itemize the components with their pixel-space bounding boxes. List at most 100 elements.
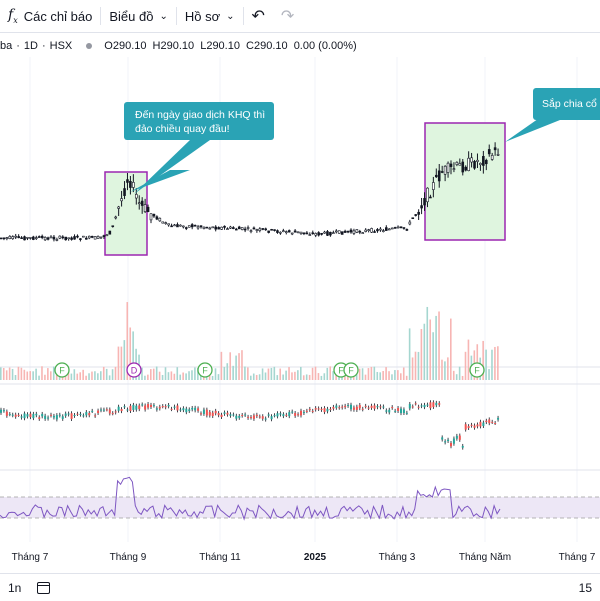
- volume-bar: [0, 367, 2, 380]
- undo-button[interactable]: ↶: [244, 0, 273, 32]
- symbol-name[interactable]: ba: [0, 40, 12, 52]
- volume-bar: [152, 368, 155, 380]
- candle: [193, 224, 197, 227]
- candle: [252, 227, 256, 230]
- x-tick-label: Tháng 9: [110, 552, 147, 563]
- clock-time[interactable]: 15: [571, 574, 600, 601]
- osc-bar: [435, 402, 438, 406]
- candle: [429, 196, 432, 199]
- candle: [43, 236, 47, 241]
- bottom-toolbar: 1n 15: [0, 573, 600, 601]
- volume-bar: [147, 374, 149, 380]
- osc-bar: [432, 402, 435, 407]
- osc-bar: [164, 406, 167, 408]
- range-button[interactable]: 1n: [0, 574, 29, 601]
- candle: [284, 231, 288, 233]
- osc-bar: [338, 407, 341, 409]
- osc-bar: [17, 414, 20, 416]
- osc-bar: [408, 403, 411, 409]
- candle: [411, 217, 415, 220]
- highlight-boxes: [104, 122, 506, 256]
- volume-bar: [211, 375, 214, 380]
- chart-type-label: Biểu đồ: [109, 8, 154, 24]
- volume-bar: [264, 372, 267, 380]
- osc-bar: [173, 406, 176, 408]
- osc-bar: [473, 425, 476, 428]
- volume-bar: [288, 367, 290, 380]
- volume-bar: [320, 375, 323, 380]
- x-tick-label: Tháng 3: [379, 552, 416, 563]
- candle: [96, 236, 100, 239]
- osc-bar: [8, 414, 11, 416]
- volume-bar: [170, 371, 173, 380]
- volume-bar: [282, 374, 284, 380]
- candle: [384, 227, 388, 231]
- osc-bar: [191, 407, 194, 410]
- osc-bar: [70, 413, 73, 419]
- candle: [52, 236, 56, 240]
- redo-button[interactable]: ↷: [273, 0, 302, 32]
- candle: [293, 230, 297, 233]
- osc-bar: [111, 413, 114, 415]
- profile-button[interactable]: Hồ sơ ⌄: [177, 0, 243, 32]
- osc-bar: [61, 416, 64, 419]
- candle: [426, 187, 429, 203]
- osc-bar: [217, 413, 220, 416]
- profile-label: Hồ sơ: [184, 8, 221, 24]
- volume-bar: [297, 370, 299, 380]
- osc-bar: [320, 408, 323, 410]
- osc-bar: [135, 405, 138, 410]
- volume-bar: [217, 374, 220, 380]
- candle: [290, 232, 294, 235]
- change-value: 0.00 (0.00%): [293, 40, 357, 52]
- osc-bar: [244, 414, 247, 416]
- osc-bar: [141, 404, 144, 406]
- volume-bar: [367, 368, 370, 380]
- candle: [32, 236, 35, 240]
- candle: [449, 163, 453, 167]
- candle: [467, 157, 470, 171]
- osc-bar: [170, 408, 173, 410]
- volume-bar: [302, 375, 305, 380]
- goto-date-button[interactable]: [29, 574, 58, 601]
- volume-bar: [370, 366, 373, 380]
- candle: [20, 237, 23, 239]
- volume-bar: [379, 372, 382, 380]
- candle: [243, 228, 247, 231]
- oscillator-pane: [0, 400, 500, 450]
- volume-bar: [144, 375, 146, 380]
- osc-bar: [261, 416, 264, 419]
- osc-bar: [20, 416, 23, 418]
- candle: [164, 222, 168, 224]
- time-axis: Tháng 7 Tháng 9 Tháng 11 2025 Tháng 3 Tháng N…: [12, 552, 596, 563]
- chart-type-button[interactable]: Biểu đồ ⌄: [101, 0, 175, 32]
- osc-bar: [305, 410, 308, 412]
- volume-bar: [247, 367, 249, 380]
- osc-bar: [158, 406, 161, 409]
- candle: [34, 237, 38, 239]
- candle: [373, 231, 376, 233]
- volume-bar: [329, 366, 332, 380]
- candle: [337, 230, 341, 234]
- candle: [399, 226, 403, 228]
- candle: [323, 231, 326, 234]
- volume-bar: [397, 370, 399, 380]
- candle: [90, 235, 94, 238]
- chart-canvas[interactable]: FDFFFF Tháng 7 Tháng 9 Tháng 11 2025 Tháng 3…: [0, 32, 600, 573]
- candle: [437, 170, 441, 182]
- candle: [120, 198, 123, 202]
- candle: [64, 236, 68, 241]
- indicators-button[interactable]: fx Các chỉ báo: [0, 0, 100, 32]
- event-marker-label: F: [348, 366, 354, 376]
- osc-bar: [355, 406, 358, 410]
- osc-bar: [314, 408, 317, 410]
- volume-bar: [455, 374, 458, 380]
- candle: [161, 221, 165, 224]
- volume-bar: [2, 368, 5, 380]
- volume-bar: [411, 357, 414, 380]
- osc-bar: [223, 412, 226, 414]
- osc-bar: [200, 413, 202, 415]
- volume-bar: [361, 368, 364, 380]
- volume-bar: [400, 373, 402, 380]
- interval-label[interactable]: 1D: [24, 40, 38, 52]
